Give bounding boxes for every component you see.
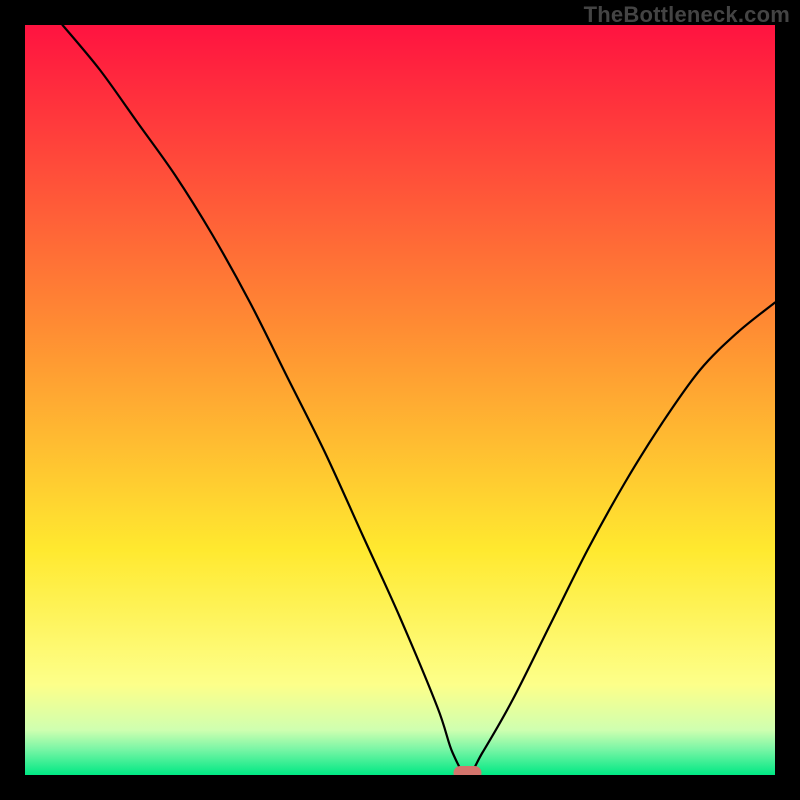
plot-area: [25, 25, 775, 775]
gradient-background: [25, 25, 775, 775]
bottleneck-chart: [25, 25, 775, 775]
optimal-marker: [454, 766, 482, 775]
chart-frame: TheBottleneck.com: [0, 0, 800, 800]
